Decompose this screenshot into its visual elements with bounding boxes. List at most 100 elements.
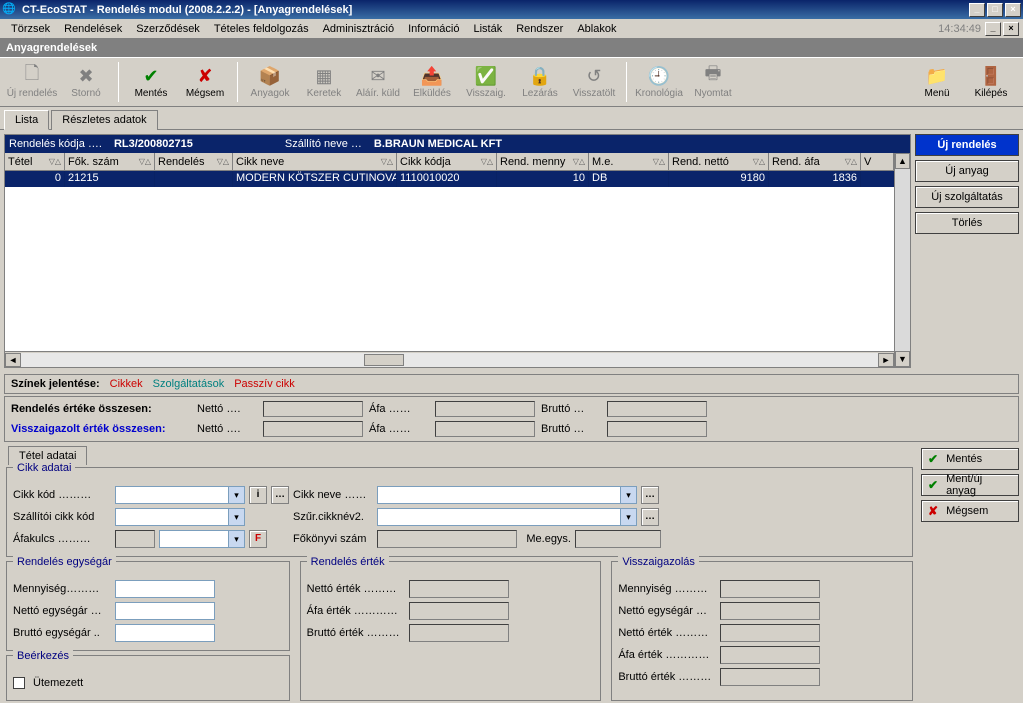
szallito-kod-input[interactable]: ▾	[115, 508, 245, 526]
toolbar: 🗋Új rendelés ✖Stornó ✔Mentés ✘Mégsem 📦An…	[0, 57, 1023, 107]
tb-kilepes[interactable]: 🚪Kilépés	[965, 60, 1017, 104]
fs-cikk: Cikk adatai Cikk kód ……… ▾ i … Cikk neve…	[6, 467, 913, 557]
chevron-down-icon[interactable]: ▾	[228, 487, 244, 503]
chevron-down-icon[interactable]: ▾	[620, 509, 636, 525]
scroll-left-icon[interactable]: ◄	[5, 353, 21, 367]
col-menny[interactable]: Rend. menny▽△	[497, 153, 589, 170]
cikk-kod-input[interactable]: ▾	[115, 486, 245, 504]
menny-input[interactable]	[115, 580, 215, 598]
menu-rendszer[interactable]: Rendszer	[509, 21, 570, 37]
act-ment-uj[interactable]: ✔Ment/új anyag	[921, 474, 1019, 496]
chevron-down-icon[interactable]: ▾	[620, 487, 636, 503]
act-mentes[interactable]: ✔Mentés	[921, 448, 1019, 470]
folder-icon: 📁	[926, 65, 948, 87]
sum-order-afa	[435, 401, 535, 417]
mdi-close[interactable]: ×	[1003, 22, 1019, 36]
sum-conf-netto	[263, 421, 363, 437]
exit-icon: 🚪	[980, 65, 1002, 87]
cikk-neve-input[interactable]: ▾	[377, 486, 637, 504]
brutto-egys-input[interactable]	[115, 624, 215, 642]
action-buttons: ✔Mentés ✔Ment/új anyag ✘Mégsem	[915, 442, 1019, 703]
v-scrollbar[interactable]: ▲ ▼	[894, 153, 910, 367]
tb-visszaig[interactable]: ✅Visszaig.	[460, 60, 512, 104]
supplier-label: Szállító neve …	[285, 138, 362, 150]
col-cikkkod[interactable]: Cikk kódja▽△	[397, 153, 497, 170]
tb-keretek[interactable]: ▦Keretek	[298, 60, 350, 104]
info-button[interactable]: i	[249, 486, 267, 504]
side-uj-rendeles[interactable]: Új rendelés	[915, 134, 1019, 156]
fs-rend-egysegar: Rendelés egységár Mennyiség……… Nettó egy…	[6, 561, 290, 651]
col-v[interactable]: V	[861, 153, 894, 170]
menu-torzsek[interactable]: Törzsek	[4, 21, 57, 37]
maximize-button[interactable]: □	[987, 3, 1003, 17]
tb-menu[interactable]: 📁Menü	[911, 60, 963, 104]
col-afa[interactable]: Rend. áfa▽△	[769, 153, 861, 170]
rv-afa	[409, 602, 509, 620]
szur-input[interactable]: ▾	[377, 508, 637, 526]
side-buttons: Új rendelés Új anyag Új szolgáltatás Tör…	[915, 134, 1019, 368]
sign-icon: ✉	[367, 65, 389, 87]
tb-kronologia[interactable]: 🕘Kronológia	[633, 60, 685, 104]
close-button[interactable]: ×	[1005, 3, 1021, 17]
f-button[interactable]: F	[249, 530, 267, 548]
h-scrollbar[interactable]: ◄ ►	[5, 351, 894, 367]
chevron-down-icon[interactable]: ▾	[228, 509, 244, 525]
tb-storno[interactable]: ✖Stornó	[60, 60, 112, 104]
tb-alair[interactable]: ✉Aláír. küld	[352, 60, 404, 104]
tb-anyagok[interactable]: 📦Anyagok	[244, 60, 296, 104]
tab-lista[interactable]: Lista	[4, 110, 49, 130]
menu-szerzodesek[interactable]: Szerződések	[129, 21, 207, 37]
tab-reszletes[interactable]: Részletes adatok	[51, 110, 157, 130]
check-icon: ✔	[140, 65, 162, 87]
browse-button-2[interactable]: …	[641, 486, 659, 504]
col-cikknev[interactable]: Cikk neve▽△	[233, 153, 397, 170]
utemezett-checkbox[interactable]	[13, 677, 25, 689]
side-torles[interactable]: Törlés	[915, 212, 1019, 234]
tb-mentes[interactable]: ✔Mentés	[125, 60, 177, 104]
col-fokszam[interactable]: Fők. szám▽△	[65, 153, 155, 170]
vi-brutto	[720, 668, 820, 686]
col-me[interactable]: M.e.▽△	[589, 153, 669, 170]
menu-teteles[interactable]: Tételes feldolgozás	[207, 21, 316, 37]
vi-netto-e	[720, 602, 820, 620]
act-megsem[interactable]: ✘Mégsem	[921, 500, 1019, 522]
menu-admin[interactable]: Adminisztráció	[316, 21, 402, 37]
grid-body[interactable]: 0 21215 MODERN KÖTSZER CUTINOVA 11100100…	[5, 171, 894, 351]
menu-info[interactable]: Információ	[401, 21, 466, 37]
sum-order-brutto	[607, 401, 707, 417]
tb-nyomtat[interactable]: 🖶Nyomtat	[687, 60, 739, 104]
legend-szolg: Szolgáltatások	[153, 378, 225, 390]
tb-elkuldes[interactable]: 📤Elküldés	[406, 60, 458, 104]
side-uj-szolg[interactable]: Új szolgáltatás	[915, 186, 1019, 208]
titlebar: 🌐 CT-EcoSTAT - Rendelés modul (2008.2.2.…	[0, 0, 1023, 19]
menu-ablakok[interactable]: Ablakok	[570, 21, 623, 37]
mdi-minimize[interactable]: _	[985, 22, 1001, 36]
vi-menny	[720, 580, 820, 598]
menu-listak[interactable]: Listák	[466, 21, 509, 37]
tb-megsem[interactable]: ✘Mégsem	[179, 60, 231, 104]
scroll-right-icon[interactable]: ►	[878, 353, 894, 367]
col-rendeles[interactable]: Rendelés▽△	[155, 153, 233, 170]
legend-row: Színek jelentése: Cikkek Szolgáltatások …	[4, 374, 1019, 394]
menu-rendelesek[interactable]: Rendelések	[57, 21, 129, 37]
netto-egys-input[interactable]	[115, 602, 215, 620]
chevron-down-icon[interactable]: ▾	[228, 531, 244, 547]
col-netto[interactable]: Rend. nettó▽△	[669, 153, 769, 170]
table-row[interactable]: 0 21215 MODERN KÖTSZER CUTINOVA 11100100…	[5, 171, 894, 187]
col-tetel[interactable]: Tétel▽△	[5, 153, 65, 170]
lock-icon: 🔒	[529, 65, 551, 87]
scroll-up-icon[interactable]: ▲	[895, 153, 910, 169]
side-uj-anyag[interactable]: Új anyag	[915, 160, 1019, 182]
tb-visszatolt[interactable]: ↺Visszatölt	[568, 60, 620, 104]
grid-panel: Rendelés kódja …. RL3/200802715 Szállító…	[4, 134, 911, 368]
browse-button-3[interactable]: …	[641, 508, 659, 526]
browse-button[interactable]: …	[271, 486, 289, 504]
afakulcs-input[interactable]: ▾	[159, 530, 245, 548]
scroll-down-icon[interactable]: ▼	[895, 351, 910, 367]
tb-lezaras[interactable]: 🔒Lezárás	[514, 60, 566, 104]
sum-order-netto	[263, 401, 363, 417]
minimize-button[interactable]: _	[969, 3, 985, 17]
check-icon: ✔	[928, 452, 938, 466]
materials-icon: 📦	[259, 65, 281, 87]
tb-uj-rendeles[interactable]: 🗋Új rendelés	[6, 60, 58, 104]
